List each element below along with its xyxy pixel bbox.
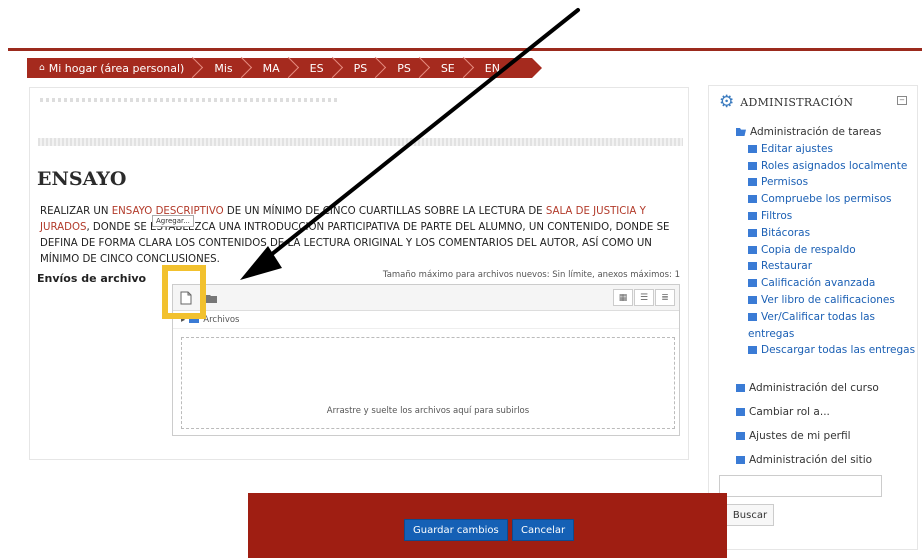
annotation-arrow xyxy=(240,8,580,280)
